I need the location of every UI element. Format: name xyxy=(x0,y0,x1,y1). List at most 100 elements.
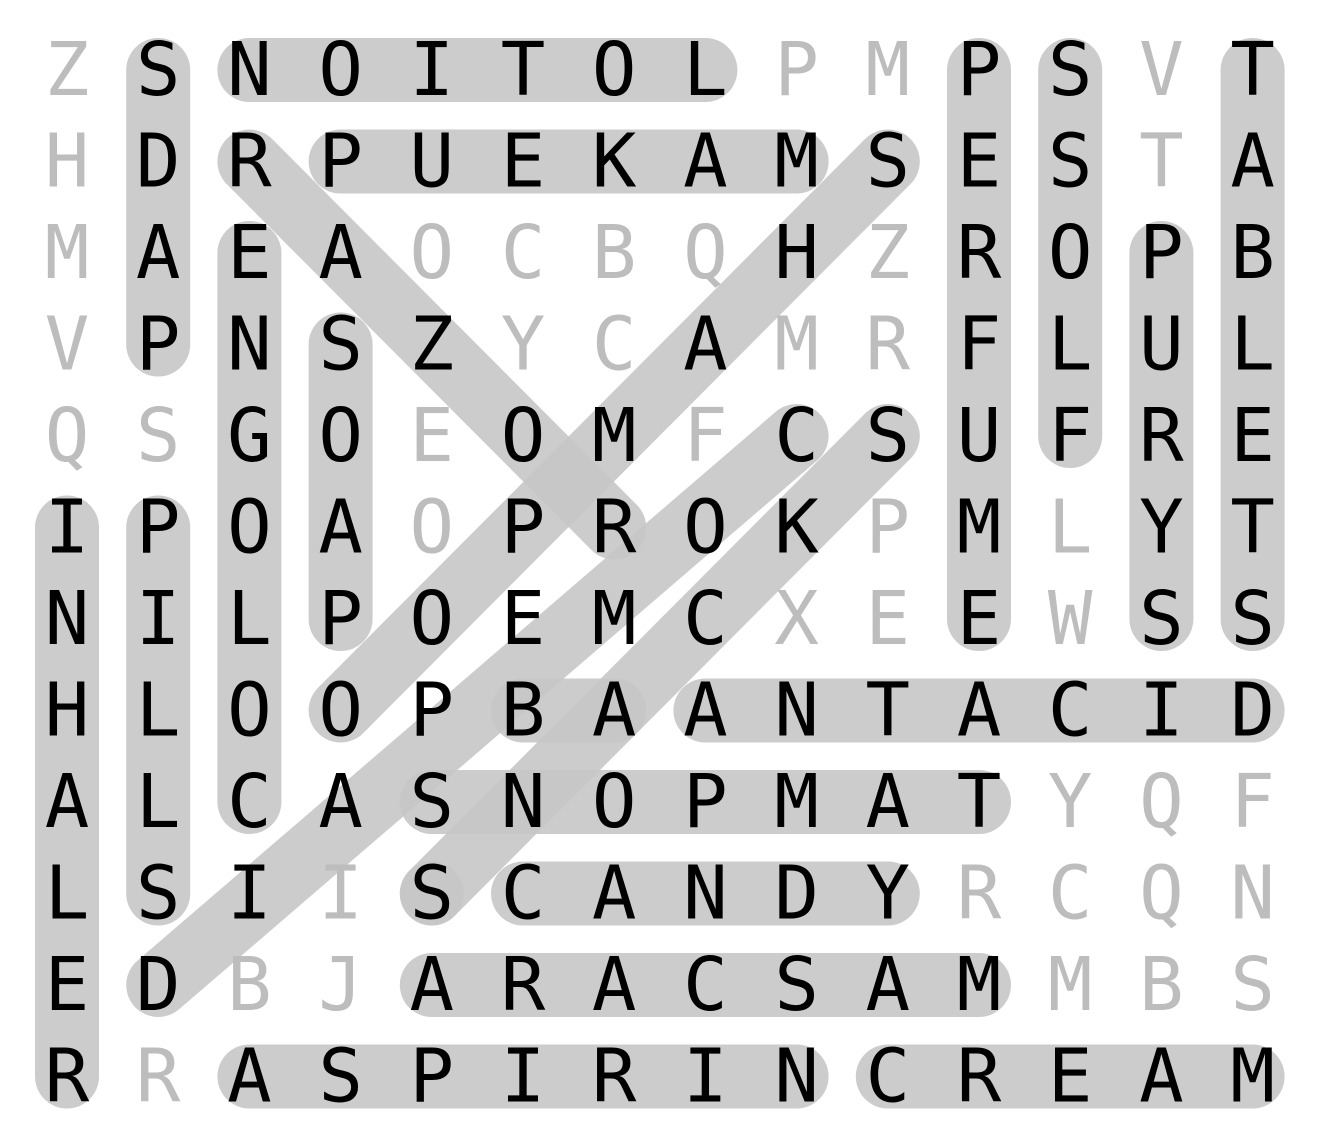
grid-letter-r3-c1[interactable]: P xyxy=(136,302,181,388)
grid-letter-r1-c8[interactable]: M xyxy=(774,119,819,205)
grid-letter-r2-c2[interactable]: E xyxy=(227,210,272,296)
grid-letter-r11-c2[interactable]: A xyxy=(227,1034,272,1120)
grid-letter-r11-c5[interactable]: I xyxy=(501,1034,546,1120)
grid-letter-r2-c13[interactable]: B xyxy=(1230,210,1275,296)
grid-letter-r4-c0[interactable]: Q xyxy=(45,393,90,479)
grid-letter-r3-c11[interactable]: L xyxy=(1048,302,1093,388)
grid-letter-r11-c11[interactable]: E xyxy=(1048,1034,1093,1120)
grid-letter-r7-c6[interactable]: A xyxy=(592,668,637,754)
grid-letter-r6-c0[interactable]: N xyxy=(45,576,90,662)
grid-letter-r1-c13[interactable]: A xyxy=(1230,119,1275,205)
grid-letter-r1-c12[interactable]: T xyxy=(1139,119,1184,205)
grid-letter-r9-c1[interactable]: S xyxy=(136,851,181,937)
grid-letter-r3-c0[interactable]: V xyxy=(45,302,90,388)
grid-letter-r10-c7[interactable]: C xyxy=(683,942,728,1028)
grid-letter-r8-c1[interactable]: L xyxy=(136,759,181,845)
grid-letter-r10-c0[interactable]: E xyxy=(45,942,90,1028)
grid-letter-r7-c13[interactable]: D xyxy=(1230,668,1275,754)
grid-letter-r0-c7[interactable]: L xyxy=(683,27,728,113)
grid-letter-r4-c12[interactable]: R xyxy=(1139,393,1184,479)
grid-letter-r2-c9[interactable]: Z xyxy=(866,210,911,296)
grid-letter-r2-c0[interactable]: M xyxy=(45,210,90,296)
grid-letter-r8-c4[interactable]: S xyxy=(410,759,455,845)
grid-letter-r2-c10[interactable]: R xyxy=(957,210,1002,296)
grid-letter-r7-c3[interactable]: O xyxy=(318,668,363,754)
grid-letter-r6-c5[interactable]: E xyxy=(501,576,546,662)
grid-letter-r1-c7[interactable]: A xyxy=(683,119,728,205)
grid-letter-r5-c5[interactable]: P xyxy=(501,485,546,571)
grid-letter-r7-c12[interactable]: I xyxy=(1139,668,1184,754)
grid-letter-r10-c9[interactable]: A xyxy=(866,942,911,1028)
grid-letter-r1-c11[interactable]: S xyxy=(1048,119,1093,205)
grid-letter-r7-c11[interactable]: C xyxy=(1048,668,1093,754)
grid-letter-r0-c13[interactable]: T xyxy=(1230,27,1275,113)
grid-letter-r5-c12[interactable]: Y xyxy=(1139,485,1184,571)
grid-letter-r4-c4[interactable]: E xyxy=(410,393,455,479)
grid-letter-r11-c3[interactable]: S xyxy=(318,1034,363,1120)
grid-letter-r11-c4[interactable]: P xyxy=(410,1034,455,1120)
grid-letter-r8-c5[interactable]: N xyxy=(501,759,546,845)
grid-letter-r9-c7[interactable]: N xyxy=(683,851,728,937)
grid-letter-r1-c3[interactable]: P xyxy=(318,119,363,205)
grid-letter-r2-c1[interactable]: A xyxy=(136,210,181,296)
grid-letter-r5-c4[interactable]: O xyxy=(410,485,455,571)
grid-letter-r9-c5[interactable]: C xyxy=(501,851,546,937)
grid-letter-r0-c3[interactable]: O xyxy=(318,27,363,113)
grid-letter-r11-c8[interactable]: N xyxy=(774,1034,819,1120)
grid-letter-r11-c1[interactable]: R xyxy=(136,1034,181,1120)
grid-letter-r6-c3[interactable]: P xyxy=(318,576,363,662)
grid-letter-r0-c5[interactable]: T xyxy=(501,27,546,113)
grid-letter-r10-c11[interactable]: M xyxy=(1048,942,1093,1028)
grid-letter-r6-c7[interactable]: C xyxy=(683,576,728,662)
grid-letter-r0-c11[interactable]: S xyxy=(1048,27,1093,113)
grid-letter-r7-c2[interactable]: O xyxy=(227,668,272,754)
grid-letter-r11-c7[interactable]: I xyxy=(683,1034,728,1120)
grid-letter-r1-c1[interactable]: D xyxy=(136,119,181,205)
grid-letter-r11-c10[interactable]: R xyxy=(957,1034,1002,1120)
grid-letter-r8-c12[interactable]: Q xyxy=(1139,759,1184,845)
grid-letter-r5-c2[interactable]: O xyxy=(227,485,272,571)
grid-letter-r5-c13[interactable]: T xyxy=(1230,485,1275,571)
grid-letter-r2-c5[interactable]: C xyxy=(501,210,546,296)
grid-letter-r6-c4[interactable]: O xyxy=(410,576,455,662)
grid-letter-r0-c0[interactable]: Z xyxy=(45,27,90,113)
grid-letter-r8-c8[interactable]: M xyxy=(774,759,819,845)
grid-letter-r4-c8[interactable]: C xyxy=(774,393,819,479)
grid-letter-r6-c10[interactable]: E xyxy=(957,576,1002,662)
grid-letter-r9-c4[interactable]: S xyxy=(410,851,455,937)
grid-letter-r5-c9[interactable]: P xyxy=(866,485,911,571)
grid-letter-r2-c8[interactable]: H xyxy=(774,210,819,296)
grid-letter-r4-c1[interactable]: S xyxy=(136,393,181,479)
grid-letter-r8-c9[interactable]: A xyxy=(866,759,911,845)
grid-letter-r10-c8[interactable]: S xyxy=(774,942,819,1028)
grid-letter-r9-c12[interactable]: Q xyxy=(1139,851,1184,937)
grid-letter-r9-c2[interactable]: I xyxy=(227,851,272,937)
grid-letter-r1-c2[interactable]: R xyxy=(227,119,272,205)
grid-letter-r2-c12[interactable]: P xyxy=(1139,210,1184,296)
grid-letter-r10-c5[interactable]: R xyxy=(501,942,546,1028)
grid-letter-r10-c4[interactable]: A xyxy=(410,942,455,1028)
grid-letter-r9-c9[interactable]: Y xyxy=(866,851,911,937)
grid-letter-r9-c0[interactable]: L xyxy=(45,851,90,937)
grid-letter-r5-c10[interactable]: M xyxy=(957,485,1002,571)
grid-letter-r1-c5[interactable]: E xyxy=(501,119,546,205)
grid-letter-r4-c2[interactable]: G xyxy=(227,393,272,479)
grid-letter-r0-c8[interactable]: P xyxy=(774,27,819,113)
grid-letter-r4-c11[interactable]: F xyxy=(1048,393,1093,479)
grid-letter-r7-c5[interactable]: B xyxy=(501,668,546,754)
grid-letter-r6-c1[interactable]: I xyxy=(136,576,181,662)
grid-letter-r5-c0[interactable]: I xyxy=(45,485,90,571)
grid-letter-r0-c9[interactable]: M xyxy=(866,27,911,113)
grid-letter-r5-c1[interactable]: P xyxy=(136,485,181,571)
grid-letter-r0-c6[interactable]: O xyxy=(592,27,637,113)
grid-letter-r11-c6[interactable]: R xyxy=(592,1034,637,1120)
grid-letter-r8-c3[interactable]: A xyxy=(318,759,363,845)
grid-letter-r3-c3[interactable]: S xyxy=(318,302,363,388)
grid-letter-r8-c2[interactable]: C xyxy=(227,759,272,845)
grid-letter-r4-c10[interactable]: U xyxy=(957,393,1002,479)
grid-letter-r4-c13[interactable]: E xyxy=(1230,393,1275,479)
grid-letter-r10-c3[interactable]: J xyxy=(318,942,363,1028)
grid-letter-r9-c8[interactable]: D xyxy=(774,851,819,937)
grid-letter-r8-c0[interactable]: A xyxy=(45,759,90,845)
grid-letter-r9-c3[interactable]: I xyxy=(318,851,363,937)
